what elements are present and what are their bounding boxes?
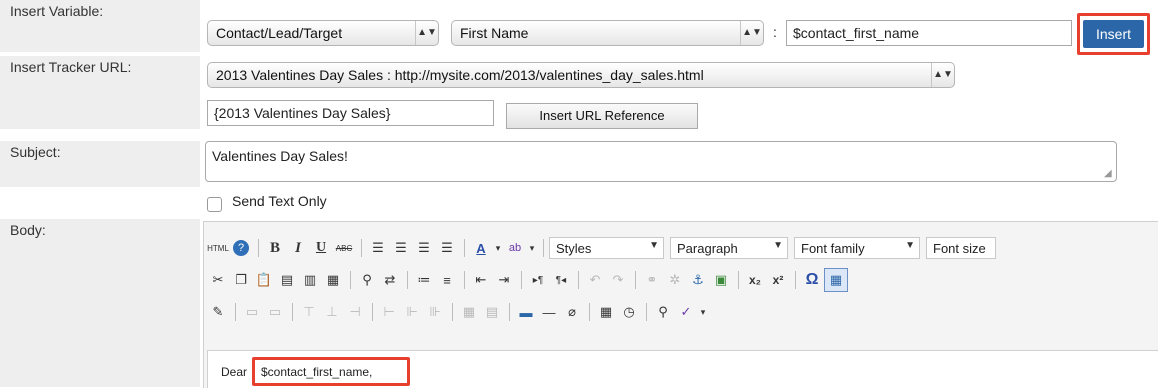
paste-text-icon[interactable]: ▤ [276, 269, 298, 291]
font-family-dropdown[interactable]: Font family ▼ [794, 237, 920, 259]
font-size-dropdown[interactable]: Font size [926, 237, 996, 259]
align-justify-icon[interactable]: ☰ [436, 237, 458, 259]
select-arrows-icon: ▲▼ [740, 21, 763, 45]
insert-tracker-label: Insert Tracker URL: [0, 56, 200, 129]
horizontal-rule-icon[interactable]: ▬ [515, 301, 537, 323]
resize-handle-icon[interactable]: ◢ [1104, 168, 1112, 179]
dropdown-arrow-icon[interactable]: ▾ [698, 301, 708, 323]
table-cell-props-icon[interactable]: ▭ [264, 301, 286, 323]
bullet-list-icon[interactable]: ≔ [413, 269, 435, 291]
copy-icon[interactable]: ❐ [230, 269, 252, 291]
module-select-value: Contact/Lead/Target [216, 25, 343, 41]
select-arrows-icon: ▲▼ [931, 63, 954, 87]
cut-icon[interactable]: ✂ [207, 269, 229, 291]
insert-url-reference-button[interactable]: Insert URL Reference [506, 103, 698, 129]
split-cells-icon[interactable]: ▦ [458, 301, 480, 323]
delete-row-icon[interactable]: ⊣ [344, 301, 366, 323]
greeting-variable: $contact_first_name, [261, 365, 373, 379]
remove-format-icon[interactable]: ⌀ [561, 301, 583, 323]
insert-button[interactable]: Insert [1083, 20, 1144, 48]
tracker-url-select[interactable]: 2013 Valentines Day Sales : http://mysit… [207, 62, 955, 88]
ltr-icon[interactable]: ▸¶ [527, 269, 549, 291]
chevron-down-icon: ▼ [905, 240, 915, 251]
undo-icon[interactable]: ↶ [584, 269, 606, 291]
replace-icon[interactable]: ⇄ [379, 269, 401, 291]
help-icon[interactable]: ? [230, 237, 252, 259]
chevron-down-icon: ▼ [773, 240, 783, 251]
variable-input[interactable]: $contact_first_name [786, 20, 1072, 46]
paste-icon[interactable]: 📋 [253, 269, 275, 291]
insert-date-icon[interactable]: ▦ [595, 301, 617, 323]
font-family-label: Font family [801, 241, 865, 256]
link-icon[interactable]: ⚭ [641, 269, 663, 291]
body-label: Body: [0, 219, 200, 387]
find-icon[interactable]: ⚲ [356, 269, 378, 291]
edit-css-icon[interactable]: ✎ [207, 301, 229, 323]
spellcheck-icon[interactable]: ✓ [675, 301, 697, 323]
underline-icon[interactable]: U [310, 237, 332, 259]
preview-icon[interactable]: ⚲ [652, 301, 674, 323]
tracker-reference-input[interactable]: {2013 Valentines Day Sales} [207, 100, 494, 126]
numbered-list-icon[interactable]: ≡ [436, 269, 458, 291]
text-color-icon[interactable]: A [470, 237, 492, 259]
insert-col-after-icon[interactable]: ⊩ [401, 301, 423, 323]
insert-row-after-icon[interactable]: ⊥ [321, 301, 343, 323]
align-left-icon[interactable]: ☰ [367, 237, 389, 259]
field-select[interactable]: First Name ▲▼ [451, 20, 764, 46]
special-char-icon[interactable]: Ω [801, 269, 823, 291]
line-icon[interactable]: — [538, 301, 560, 323]
insert-time-icon[interactable]: ◷ [618, 301, 640, 323]
rtl-icon[interactable]: ¶◂ [550, 269, 572, 291]
paragraph-label: Paragraph [677, 241, 738, 256]
align-center-icon[interactable]: ☰ [390, 237, 412, 259]
strikethrough-icon[interactable]: ABC [333, 237, 355, 259]
redo-icon[interactable]: ↷ [607, 269, 629, 291]
styles-label: Styles [556, 241, 592, 256]
bold-icon[interactable]: B [264, 237, 286, 259]
highlight-color-icon[interactable]: ab [504, 237, 526, 259]
chevron-down-icon: ▼ [649, 240, 659, 251]
colon-separator: : [773, 24, 777, 40]
select-arrows-icon: ▲▼ [415, 21, 438, 45]
image-icon[interactable]: ▣ [710, 269, 732, 291]
subject-input[interactable]: Valentines Day Sales! [205, 141, 1117, 182]
table-row-props-icon[interactable]: ▭ [241, 301, 263, 323]
subject-label: Subject: [0, 141, 200, 187]
dropdown-arrow-icon[interactable]: ▾ [493, 237, 503, 259]
font-size-label: Font size [933, 241, 986, 256]
insert-variable-label: Insert Variable: [0, 0, 200, 52]
html-source-icon[interactable]: HTML [207, 237, 229, 259]
toolbar-row-1: HTML ? B I U ABC ☰ ☰ ☰ ☰ A ▾ ab ▾ Styles… [207, 235, 1002, 261]
send-text-only-checkbox[interactable] [207, 197, 222, 212]
subscript-icon[interactable]: x₂ [744, 269, 766, 291]
styles-dropdown[interactable]: Styles ▼ [549, 237, 664, 259]
superscript-icon[interactable]: x² [767, 269, 789, 291]
align-right-icon[interactable]: ☰ [413, 237, 435, 259]
greeting-prefix: Dear [221, 365, 248, 379]
toolbar-row-2: ✂ ❐ 📋 ▤ ▥ ▦ ⚲ ⇄ ≔ ≡ ⇤ ⇥ ▸¶ ¶◂ ↶ ↷ ⚭ ✲ ⚓ … [207, 267, 849, 293]
table-icon[interactable]: ▦ [824, 268, 848, 292]
indent-icon[interactable]: ⇥ [493, 269, 515, 291]
insert-row-before-icon[interactable]: ⊤ [298, 301, 320, 323]
outdent-icon[interactable]: ⇤ [470, 269, 492, 291]
field-select-value: First Name [460, 25, 529, 41]
module-select[interactable]: Contact/Lead/Target ▲▼ [207, 20, 439, 46]
dropdown-arrow-icon[interactable]: ▾ [527, 237, 537, 259]
toolbar-row-3: ✎ ▭ ▭ ⊤ ⊥ ⊣ ⊢ ⊩ ⊪ ▦ ▤ ▬ — ⌀ ▦ ◷ ⚲ ✓ ▾ [207, 299, 709, 325]
paste-word-icon[interactable]: ▥ [299, 269, 321, 291]
anchor-icon[interactable]: ⚓ [687, 269, 709, 291]
send-text-only-label: Send Text Only [232, 193, 327, 209]
paragraph-dropdown[interactable]: Paragraph ▼ [670, 237, 788, 259]
insert-col-before-icon[interactable]: ⊢ [378, 301, 400, 323]
italic-icon[interactable]: I [287, 237, 309, 259]
select-all-icon[interactable]: ▦ [322, 269, 344, 291]
tracker-url-value: 2013 Valentines Day Sales : http://mysit… [216, 67, 704, 83]
merge-cells-icon[interactable]: ▤ [481, 301, 503, 323]
delete-col-icon[interactable]: ⊪ [424, 301, 446, 323]
unlink-icon[interactable]: ✲ [664, 269, 686, 291]
